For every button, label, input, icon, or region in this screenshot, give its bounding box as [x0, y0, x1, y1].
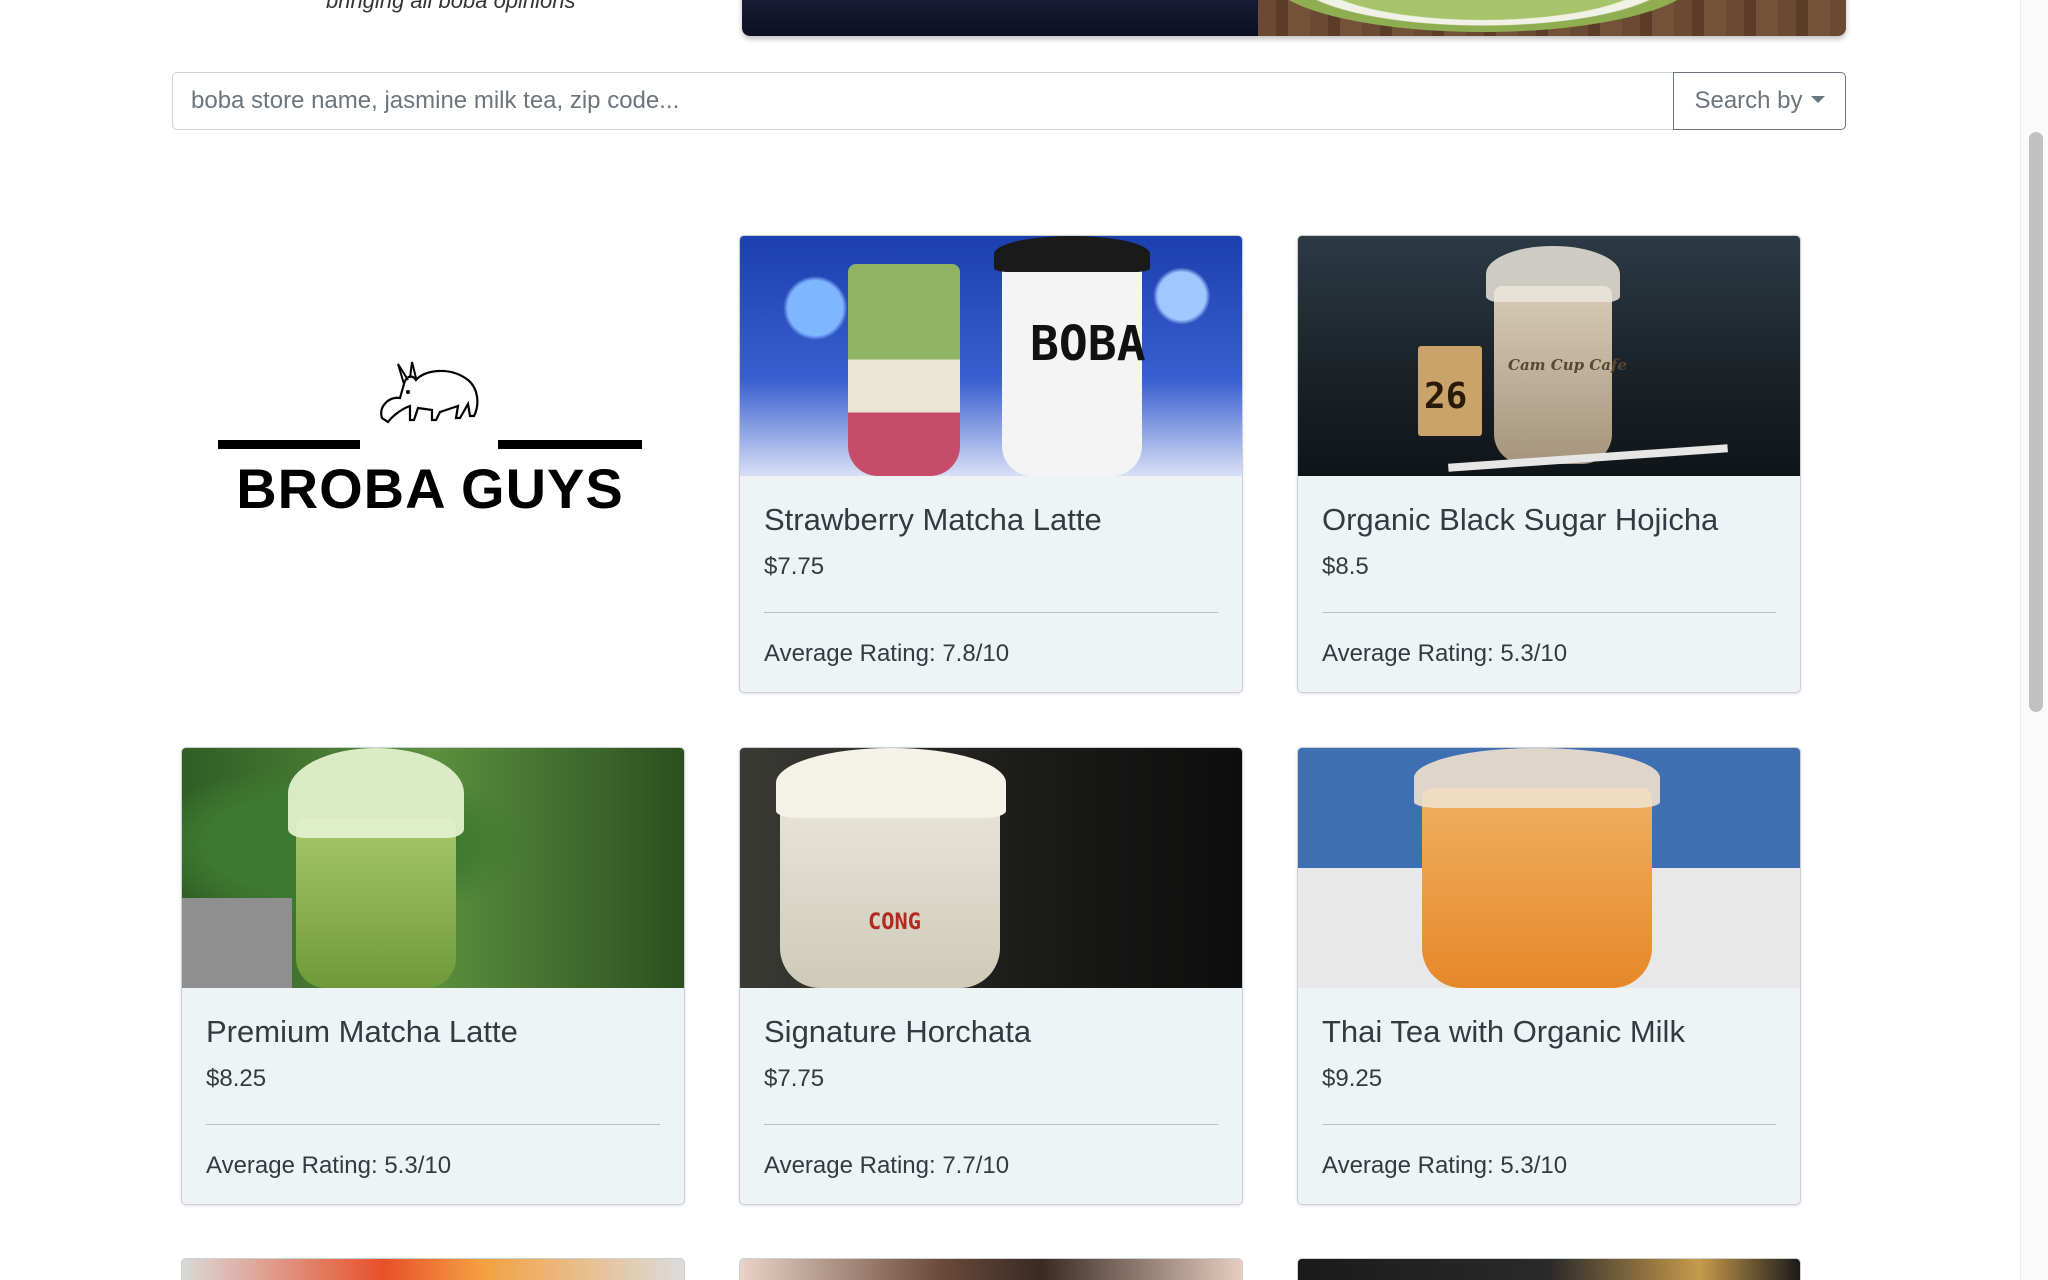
divider	[764, 1124, 1218, 1125]
cup-label: CONG	[868, 910, 921, 935]
divider	[1322, 1124, 1776, 1125]
drink-card-partial[interactable]	[181, 1258, 685, 1280]
drink-rating: Average Rating: 5.3/10	[1322, 1152, 1568, 1179]
drink-name: Thai Tea with Organic Milk	[1322, 1014, 1685, 1049]
search-by-dropdown-button[interactable]: Search by	[1673, 72, 1846, 130]
divider	[206, 1124, 660, 1125]
drink-rating: Average Rating: 5.3/10	[206, 1152, 452, 1179]
drink-image: CONG	[740, 748, 1242, 988]
caret-down-icon	[1810, 95, 1825, 103]
drink-name: Premium Matcha Latte	[206, 1014, 518, 1049]
cup-label: BOBA	[1030, 316, 1146, 372]
scrollbar-thumb[interactable]	[2029, 132, 2043, 712]
store-logo: BROBA GUYS	[218, 356, 642, 520]
drink-price: $8.25	[206, 1065, 267, 1092]
drink-image	[182, 748, 684, 988]
drink-price: $8.5	[1322, 553, 1369, 580]
divider	[1322, 612, 1776, 613]
drink-card-organic-black-sugar-hojicha[interactable]: 26 Cam Cup Cafe Organic Black Sugar Hoji…	[1297, 235, 1801, 693]
logo-bar-right	[498, 440, 642, 449]
table-number: 26	[1424, 376, 1468, 417]
search-bar: Search by	[172, 72, 1846, 130]
hero-banner-image	[742, 0, 1846, 36]
drink-card-premium-matcha-latte[interactable]: Premium Matcha Latte $8.25 Average Ratin…	[181, 747, 685, 1205]
anteater-icon	[380, 361, 479, 424]
search-input[interactable]	[172, 72, 1673, 130]
drink-card-signature-horchata[interactable]: CONG Signature Horchata $7.75 Average Ra…	[739, 747, 1243, 1205]
drink-rating: Average Rating: 7.8/10	[764, 640, 1010, 667]
drink-name: Strawberry Matcha Latte	[764, 502, 1102, 537]
drink-price: $7.75	[764, 1065, 825, 1092]
page-scrollbar[interactable]	[2020, 0, 2048, 1280]
site-tagline: bringing all boba opinions	[326, 0, 576, 13]
page: bringing all boba opinions Search by BRO…	[0, 0, 2048, 1280]
drink-card-thai-tea-with-organic-milk[interactable]: Thai Tea with Organic Milk $9.25 Average…	[1297, 747, 1801, 1205]
drink-price: $7.75	[764, 553, 825, 580]
drink-name: Organic Black Sugar Hojicha	[1322, 502, 1719, 537]
drink-rating: Average Rating: 7.7/10	[764, 1152, 1010, 1179]
store-logo-text: BROBA GUYS	[236, 457, 624, 520]
logo-bar-left	[218, 440, 360, 449]
drink-rating: Average Rating: 5.3/10	[1322, 640, 1568, 667]
drink-card-strawberry-matcha-latte[interactable]: BOBA Strawberry Matcha Latte $7.75 Avera…	[739, 235, 1243, 693]
cup-label: Cam Cup Cafe	[1508, 356, 1627, 374]
drink-image: 26 Cam Cup Cafe	[1298, 236, 1800, 476]
drink-price: $9.25	[1322, 1065, 1383, 1092]
drink-card-partial[interactable]	[739, 1258, 1243, 1280]
drink-image: BOBA	[740, 236, 1242, 476]
divider	[764, 612, 1218, 613]
drink-card-partial[interactable]	[1297, 1258, 1801, 1280]
drink-name: Signature Horchata	[764, 1014, 1032, 1049]
drink-image	[1298, 748, 1800, 988]
search-by-label: Search by	[1694, 87, 1803, 114]
